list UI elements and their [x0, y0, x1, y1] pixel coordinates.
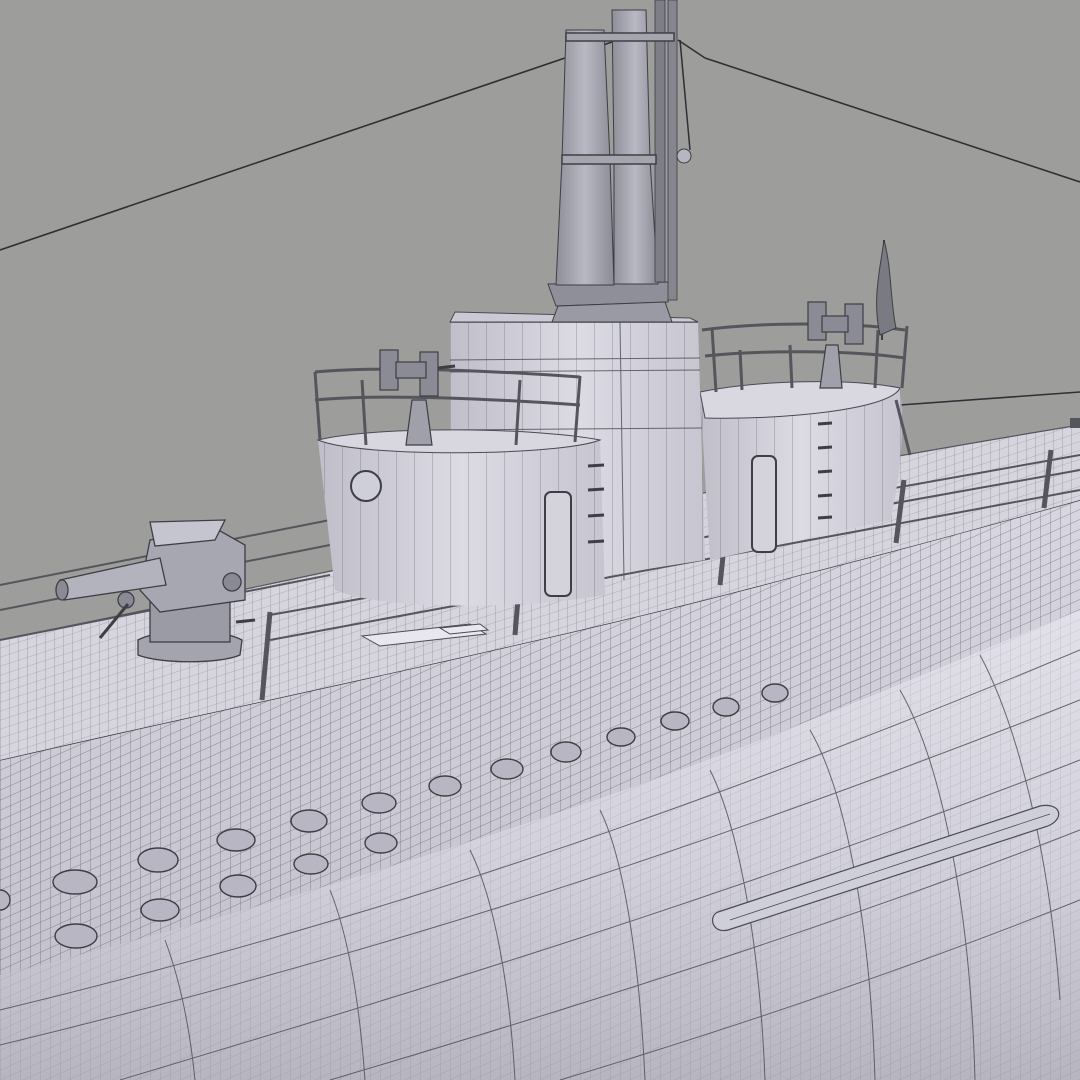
porthole [350, 470, 382, 502]
periscope-masts [547, 0, 692, 323]
deck-fitting [1070, 418, 1080, 428]
tower-door-aft [751, 455, 777, 553]
submarine-render [0, 0, 1080, 1080]
tower-door [544, 491, 572, 597]
